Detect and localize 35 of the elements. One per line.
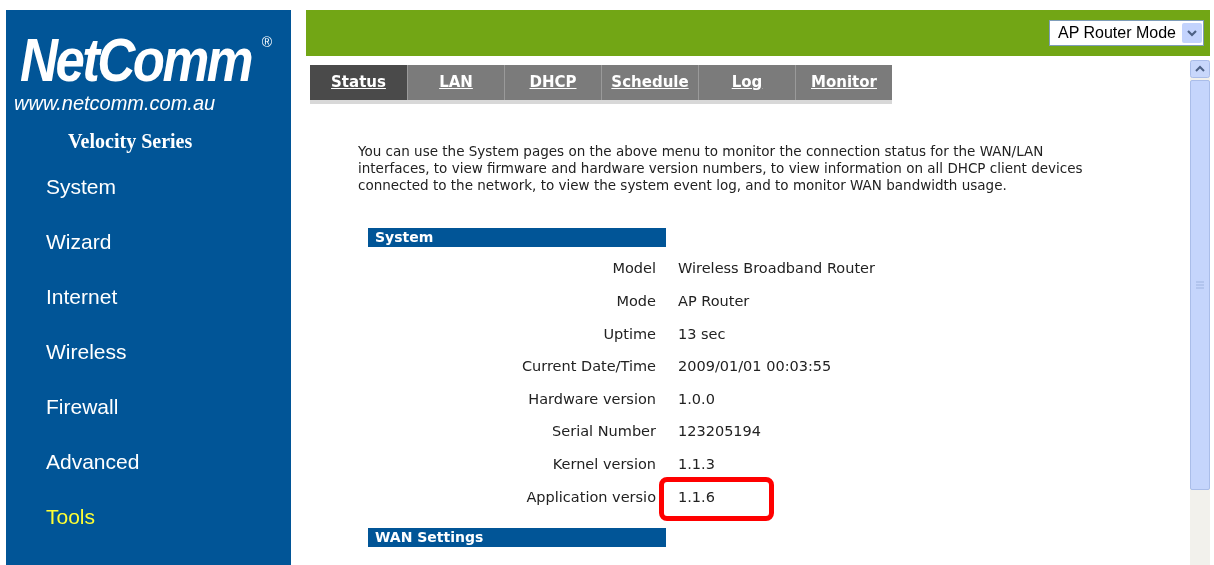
sidebar-item[interactable]: Advanced [46,450,140,505]
series-title: Velocity Series [67,129,193,155]
field-label: Kernel version [551,455,656,474]
field-value: 13 sec [678,324,726,344]
sidebar-item[interactable]: Tools [46,505,96,560]
scrollbar[interactable] [1190,60,1210,565]
field-label: Current Date/Time [520,357,656,377]
field-label: Serial Number [551,422,656,442]
field-value: 2009/01/01 00:03:55 [678,357,832,377]
field-value: 123205194 [678,422,762,442]
field-label: Application versio [525,487,656,507]
field-value: AP Router [678,292,750,311]
sidebar-item[interactable]: System [46,175,116,230]
sidebar-item[interactable]: Firewall [46,395,119,450]
brand-logo: NetComm [20,30,252,90]
website-url: www.netcomm.com.au [13,92,216,114]
mode-select[interactable]: AP Router Mode [1049,20,1204,46]
sidebar-item[interactable]: Wizard [46,230,112,285]
scroll-thumb[interactable] [1190,80,1210,490]
registered-mark: ® [261,33,273,52]
field-label: Model [611,259,656,279]
section-header: System [368,228,666,247]
sidebar-item[interactable]: Internet [46,285,118,340]
field-label: Hardware version [527,389,656,409]
field-value: 1.1.6 [678,487,715,507]
intro-paragraph: You can use the System pages on the above menu to monitor the connection status for the WAN/LAN interfaces, to view firmware and hardware version numbers, to view information on all DHCP client devices connected to the network, to view the system event log, and to monitor WAN bandwidth usage. [358,143,1084,194]
section-header: WAN Settings [368,527,666,547]
field-label: Uptime [602,324,656,344]
sidebar-item[interactable]: Wireless [46,340,127,395]
field-value: 1.1.3 [678,455,715,474]
tab[interactable]: Status [310,65,407,100]
field-label: Mode [615,292,656,311]
field-value: Wireless Broadband Router [678,259,875,279]
scroll-up-icon[interactable] [1190,60,1210,78]
field-value: 1.0.0 [678,389,715,409]
